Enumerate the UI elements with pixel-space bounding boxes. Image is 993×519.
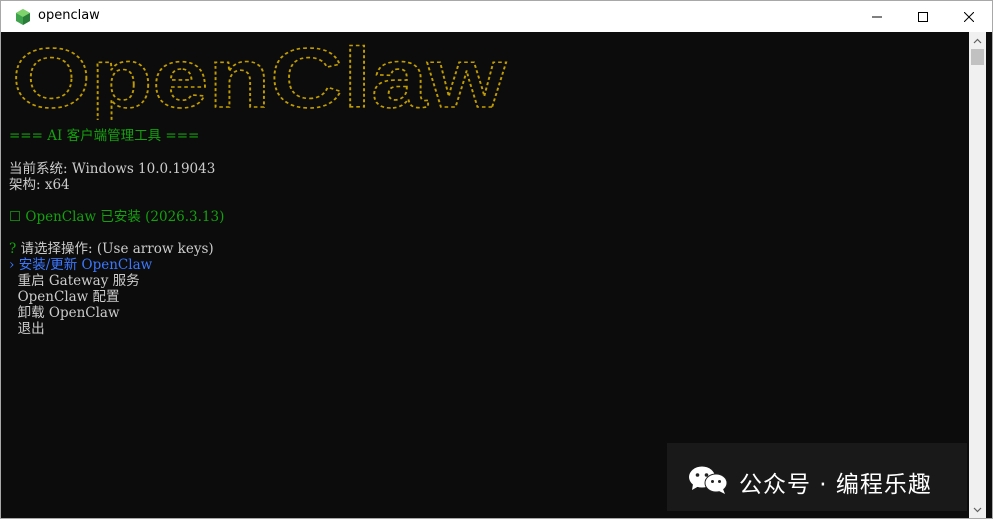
header-line: === AI 客户端管理工具 ===: [9, 128, 200, 144]
maximize-button[interactable]: [900, 1, 946, 32]
maximize-icon: [918, 11, 928, 22]
menu-item-restart-gateway[interactable]: 重启 Gateway 服务: [9, 273, 140, 289]
minimize-button[interactable]: [854, 1, 900, 32]
menu-item-uninstall[interactable]: 卸载 OpenClaw: [9, 305, 120, 321]
menu-item-label: OpenClaw 配置: [17, 289, 120, 305]
menu-item-label: 重启 Gateway 服务: [17, 273, 140, 289]
close-icon: [964, 11, 974, 22]
prompt-line: ? 请选择操作: (Use arrow keys): [9, 241, 214, 257]
minimize-icon: [872, 16, 882, 17]
installed-status: ☐ OpenClaw 已安装 (2026.3.13): [9, 209, 225, 225]
green-cube-icon: [16, 9, 30, 25]
openclaw-ascii-logo: OpenClaw: [11, 42, 507, 120]
system-line: 当前系统: Windows 10.0.19043: [9, 161, 216, 177]
chevron-down-icon: [973, 507, 982, 512]
scrollbar-thumb[interactable]: [971, 49, 984, 65]
wechat-icon: [689, 466, 728, 494]
menu-item-exit[interactable]: 退出: [9, 321, 45, 337]
scroll-down-button[interactable]: [969, 501, 986, 518]
vertical-scrollbar[interactable]: [969, 32, 986, 518]
menu-item-config[interactable]: OpenClaw 配置: [9, 289, 120, 305]
watermark-text: 公众号 · 编程乐趣: [739, 472, 932, 498]
menu-pointer: ›: [9, 257, 15, 273]
menu-item-label: 卸载 OpenClaw: [17, 305, 120, 321]
menu-item-label: 安装/更新 OpenClaw: [18, 257, 153, 273]
arch-line: 架构: x64: [9, 177, 70, 193]
prompt-text: 请选择操作: (Use arrow keys): [16, 241, 214, 257]
menu-item-install-update[interactable]: › 安装/更新 OpenClaw: [9, 257, 152, 273]
chevron-up-icon: [973, 38, 982, 43]
window-title: openclaw: [38, 8, 100, 23]
title-bar[interactable]: openclaw: [1, 1, 992, 32]
close-button[interactable]: [946, 1, 992, 32]
menu-item-label: 退出: [17, 321, 45, 337]
logo-text: OpenClaw: [12, 42, 507, 120]
terminal-window: openclaw OpenClaw === AI 客户端管理工具 === 当前系…: [0, 0, 993, 519]
scroll-up-button[interactable]: [969, 32, 986, 49]
